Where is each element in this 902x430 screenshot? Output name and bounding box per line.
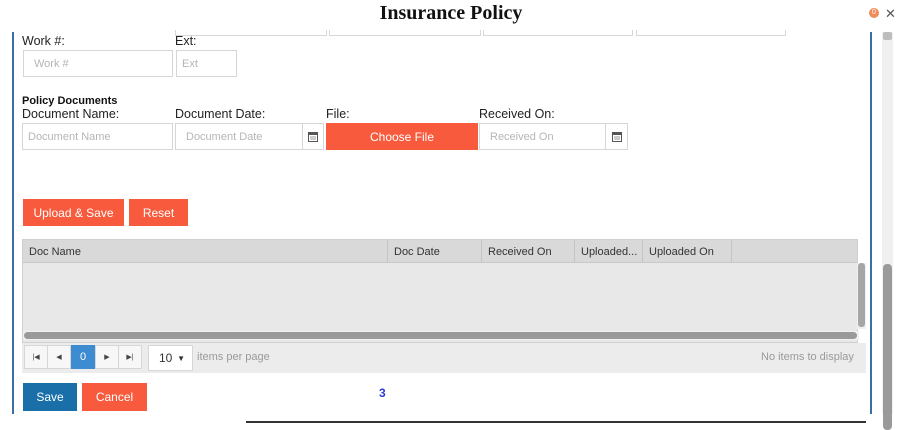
upload-save-button[interactable]: Upload & Save xyxy=(23,199,124,226)
grid-vertical-scrollbar[interactable] xyxy=(857,263,866,329)
save-button[interactable]: Save xyxy=(23,383,77,411)
previous-field-edge xyxy=(175,30,327,36)
calendar-icon xyxy=(611,131,622,142)
document-date-calendar-button[interactable] xyxy=(303,123,324,150)
first-page-icon[interactable]: |◀ xyxy=(24,345,48,369)
previous-field-edge xyxy=(483,30,633,36)
file-label: File: xyxy=(326,107,350,121)
document-name-input[interactable]: Document Name xyxy=(22,123,173,150)
previous-field-edge xyxy=(636,30,786,36)
previous-field-edge xyxy=(329,30,481,36)
no-items-message: No items to display xyxy=(761,351,854,363)
column-header-uploaded-on[interactable]: Uploaded On xyxy=(643,240,732,263)
dialog-right-border xyxy=(870,32,872,414)
column-header-uploaded-by[interactable]: Uploaded... xyxy=(575,240,643,263)
document-name-label: Document Name: xyxy=(22,107,120,121)
grid-horizontal-scroll-thumb[interactable] xyxy=(24,332,857,339)
cancel-button[interactable]: Cancel xyxy=(82,383,147,411)
grid-header: Doc Name Doc Date Received On Uploaded..… xyxy=(23,240,857,263)
work-number-label: Work #: xyxy=(22,34,65,48)
grid-vertical-scroll-thumb[interactable] xyxy=(858,263,865,327)
items-per-page-label: items per page xyxy=(197,351,270,363)
column-header-received-on[interactable]: Received On xyxy=(482,240,575,263)
dialog-title: Insurance Policy xyxy=(379,2,523,24)
dialog-vertical-scrollbar[interactable] xyxy=(882,32,893,430)
scroll-up-icon[interactable] xyxy=(883,32,892,40)
received-on-input[interactable]: Received On xyxy=(479,123,606,150)
ext-input[interactable]: Ext xyxy=(176,50,237,77)
notification-badge[interactable]: 0 xyxy=(869,8,879,18)
received-on-calendar-button[interactable] xyxy=(606,123,628,150)
column-header-doc-date[interactable]: Doc Date xyxy=(388,240,482,263)
grid-horizontal-scrollbar[interactable] xyxy=(23,331,859,340)
choose-file-button[interactable]: Choose File xyxy=(326,123,478,150)
next-page-icon[interactable]: ▶ xyxy=(95,345,119,369)
last-page-icon[interactable]: ▶| xyxy=(118,345,142,369)
dialog-left-border xyxy=(12,32,14,414)
documents-grid: Doc Name Doc Date Received On Uploaded..… xyxy=(22,239,859,343)
policy-documents-heading: Policy Documents xyxy=(22,95,118,107)
prev-page-icon[interactable]: ◀ xyxy=(47,345,71,369)
document-date-input[interactable]: Document Date xyxy=(175,123,303,150)
document-date-label: Document Date: xyxy=(175,107,266,121)
grid-pager: |◀ ◀ 0 ▶ ▶| 10 ▼ items per page No items… xyxy=(22,343,866,373)
current-page-number[interactable]: 0 xyxy=(71,345,95,369)
calendar-icon xyxy=(308,131,318,142)
close-icon[interactable]: ✕ xyxy=(885,6,896,22)
ext-label: Ext: xyxy=(175,34,197,48)
page-counter: 3 xyxy=(379,386,386,400)
page-size-select[interactable]: 10 ▼ xyxy=(148,345,193,371)
dialog-scroll-thumb[interactable] xyxy=(883,264,892,430)
reset-button[interactable]: Reset xyxy=(129,199,188,226)
chevron-down-icon: ▼ xyxy=(177,353,185,363)
work-number-input[interactable]: Work # xyxy=(23,50,173,77)
page-size-value: 10 xyxy=(159,351,173,365)
column-header-doc-name[interactable]: Doc Name xyxy=(23,240,388,263)
received-on-label: Received On: xyxy=(479,107,555,121)
